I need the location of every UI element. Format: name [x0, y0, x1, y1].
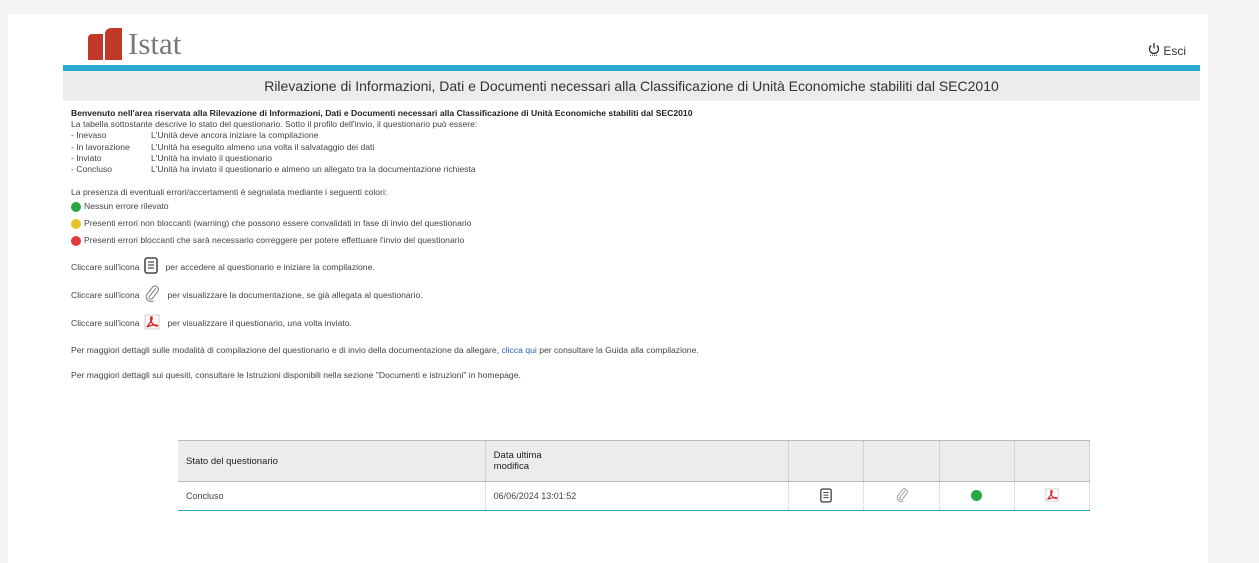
col-stato: Stato del questionario [178, 440, 486, 482]
col-open [788, 440, 865, 482]
istat-logo-mark [88, 28, 122, 60]
table-row: Concluso 06/06/2024 13:01:52 [178, 481, 1091, 511]
green-dot-icon [71, 201, 81, 212]
yellow-dot-icon [71, 218, 81, 229]
icon-help-item: Cliccare sull'icona per visualizzare la … [71, 281, 1181, 309]
istat-logo[interactable]: Istat [88, 28, 181, 60]
logout-label: Esci [1163, 43, 1186, 58]
col-data: Data ultima modifica [485, 440, 790, 482]
view-attachments-button[interactable] [863, 481, 940, 511]
colors-intro: La presenza di eventuali errori/accertam… [71, 187, 388, 198]
logo-text: Istat [128, 26, 182, 61]
status-item: - In lavorazione L'Unità ha eseguito alme… [71, 141, 375, 152]
pdf-icon [144, 314, 160, 333]
guide-text: Per maggiori dettagli sulle modalità di … [71, 345, 699, 356]
icon-help-item: Cliccare sull'icona per visualizzare il … [71, 309, 1181, 337]
page-title: Rilevazione di Informazioni, Dati e Docu… [63, 71, 1200, 101]
welcome-text: Benvenuto nell'area riservata alla Rilev… [71, 108, 693, 118]
power-icon [1148, 42, 1160, 59]
cell-data: 06/06/2024 13:01:52 [485, 481, 790, 511]
document-icon [143, 257, 158, 277]
instructions-text: Per maggiori dettagli sui quesiti, consu… [71, 369, 521, 380]
status-item: - Inevaso L'Unità deve ancora iniziare la… [71, 130, 319, 141]
status-item: - Inviato L'Unità ha inviato il questiona… [71, 152, 273, 163]
red-dot-icon [71, 235, 81, 246]
open-questionnaire-button[interactable] [788, 481, 865, 511]
table-header-row: Stato del questionario Data ultima modif… [178, 440, 1091, 482]
guide-link[interactable]: clicca qui [501, 345, 536, 355]
green-dot-icon [971, 489, 983, 501]
logout-button[interactable]: Esci [1148, 42, 1186, 59]
questionnaire-table: Stato del questionario Data ultima modif… [178, 440, 1091, 511]
icon-help-item: Cliccare sull'icona per accedere al ques… [71, 253, 1181, 281]
paperclip-icon [144, 285, 160, 306]
pdf-icon [1045, 488, 1059, 504]
status-indicator [939, 481, 1015, 511]
legend-item: Nessun errore rilevato [71, 198, 1181, 215]
legend-item: Presenti errori non bloccanti (warning) … [71, 215, 1181, 232]
cell-stato: Concluso [178, 481, 486, 511]
main-content: Benvenuto nell'area riservata alla Rilev… [71, 108, 1181, 381]
description-text: La tabella sottostante descrive lo stato… [71, 119, 478, 130]
document-icon [820, 488, 833, 505]
view-pdf-button[interactable] [1014, 481, 1091, 511]
paperclip-icon [895, 487, 909, 505]
status-list: - Inevaso L'Unità deve ancora iniziare la… [71, 130, 1181, 175]
status-item: - Concluso L'Unità ha inviato il question… [71, 164, 476, 175]
col-pdf [1014, 440, 1091, 482]
legend-item: Presenti errori bloccanti che sarà neces… [71, 232, 1181, 249]
col-status [939, 440, 1015, 482]
col-attach [863, 440, 940, 482]
